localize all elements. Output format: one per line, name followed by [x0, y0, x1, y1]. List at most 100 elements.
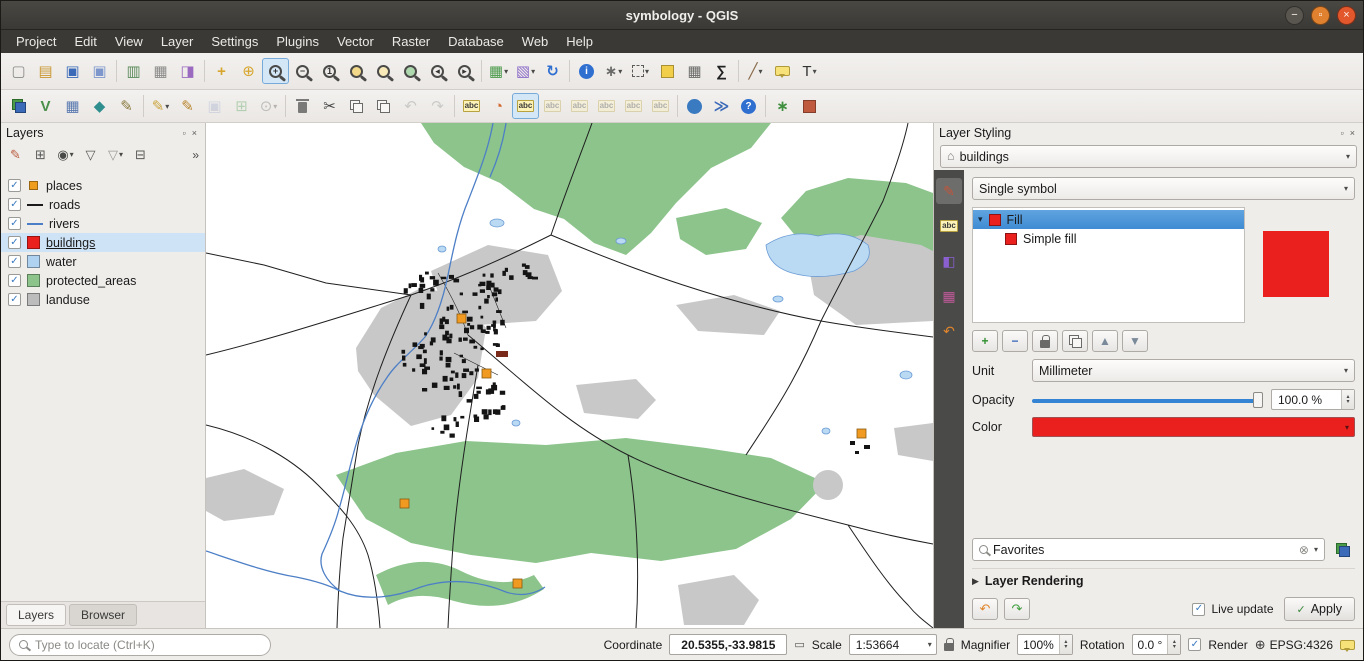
add-group-button[interactable]: ⊞ — [29, 144, 52, 165]
layer-visibility-checkbox[interactable]: ✓ — [8, 179, 21, 192]
live-update-checkbox[interactable]: ✓ — [1192, 603, 1205, 616]
spin-down-icon[interactable]: ▾ — [1060, 645, 1072, 650]
zoom-last-button[interactable]: ◂ — [424, 58, 451, 84]
symbol-search-combo[interactable]: Favorites ⊗ ▾ — [972, 538, 1325, 561]
clear-search-icon[interactable]: ⊗ — [1299, 543, 1309, 557]
style-manager-button[interactable]: ◨ — [174, 58, 201, 84]
symbol-node-simple-fill[interactable]: Simple fill — [973, 229, 1244, 248]
menu-plugins[interactable]: Plugins — [267, 31, 328, 52]
toggle-editing-button[interactable]: ✎ — [174, 93, 201, 119]
show-map-tips-button[interactable] — [769, 58, 796, 84]
chevron-down-icon[interactable]: ▾ — [1314, 545, 1318, 554]
refresh-map-button[interactable]: ↻ — [539, 58, 566, 84]
layer-visibility-checkbox[interactable]: ✓ — [8, 293, 21, 306]
toolbar-overflow-icon[interactable]: » — [189, 148, 202, 162]
menu-project[interactable]: Project — [7, 31, 65, 52]
add-symbol-layer-button[interactable]: + — [972, 330, 998, 352]
change-label-button[interactable]: abc — [647, 93, 674, 119]
color-button[interactable]: ▾ — [1032, 417, 1355, 437]
unit-select[interactable]: Millimeter ▾ — [1032, 359, 1355, 382]
manage-map-themes-dropdown-icon[interactable]: ▾ — [70, 150, 74, 159]
measure-line-dropdown-icon[interactable]: ▾ — [759, 67, 763, 76]
layer-row-water[interactable]: ✓water — [1, 252, 205, 271]
paste-features-button[interactable] — [370, 93, 397, 119]
layer-visibility-checkbox[interactable]: ✓ — [8, 255, 21, 268]
menu-edit[interactable]: Edit — [65, 31, 105, 52]
add-raster-layer-button[interactable]: ▦ — [59, 93, 86, 119]
new-geopackage-layer-button[interactable]: ◆ — [86, 93, 113, 119]
render-checkbox[interactable]: ✓ — [1188, 638, 1201, 651]
menu-web[interactable]: Web — [513, 31, 558, 52]
menu-view[interactable]: View — [106, 31, 152, 52]
new-shapefile-layer-button[interactable]: ✎ — [113, 93, 140, 119]
layer-rendering-section[interactable]: ▶ Layer Rendering — [972, 568, 1355, 588]
collapse-all-button[interactable]: ⊟ — [129, 144, 152, 165]
move-symbol-down-button[interactable]: ▼ — [1122, 330, 1148, 352]
lock-symbol-color-button[interactable] — [1032, 330, 1058, 352]
layer-visibility-checkbox[interactable]: ✓ — [8, 198, 21, 211]
undock-panel-icon[interactable]: ▫ — [180, 128, 189, 138]
zoom-in-button[interactable]: + — [262, 58, 289, 84]
current-edits-button[interactable]: ✎▾ — [147, 93, 174, 119]
menu-layer[interactable]: Layer — [152, 31, 203, 52]
locate-search-input[interactable]: Type to locate (Ctrl+K) — [9, 634, 271, 656]
spin-down-icon[interactable]: ▾ — [1168, 645, 1180, 650]
run-feature-action-dropdown-icon[interactable]: ▾ — [618, 67, 622, 76]
filter-legend-by-expression-button[interactable]: ▽▾ — [104, 144, 127, 165]
lock-scale-icon[interactable] — [944, 643, 954, 651]
add-vector-layer-button[interactable]: V — [32, 93, 59, 119]
move-label-button[interactable]: abc — [593, 93, 620, 119]
help-contents-button[interactable]: ? — [735, 93, 762, 119]
minimize-button[interactable]: − — [1285, 6, 1304, 25]
add-feature-button[interactable]: ⊞ — [228, 93, 255, 119]
open-attribute-table-button[interactable]: ▦ — [681, 58, 708, 84]
layer-row-protected_areas[interactable]: ✓protected_areas — [1, 271, 205, 290]
zoom-native-button[interactable]: 1 — [316, 58, 343, 84]
python-console-button[interactable]: ≫ — [708, 93, 735, 119]
layer-row-landuse[interactable]: ✓landuse — [1, 290, 205, 309]
zoom-to-layer-button[interactable] — [397, 58, 424, 84]
titlebar[interactable]: symbology - QGIS −▫× — [1, 1, 1363, 30]
symbology-tab[interactable]: ✎ — [936, 178, 962, 204]
copy-features-button[interactable] — [343, 93, 370, 119]
cut-features-button[interactable]: ✂ — [316, 93, 343, 119]
3d-view-tab[interactable]: ◧ — [936, 248, 962, 274]
opacity-slider[interactable] — [1032, 391, 1263, 409]
zoom-next-button[interactable]: ▸ — [451, 58, 478, 84]
processing-toolbox-button[interactable]: ∗ — [769, 93, 796, 119]
crs-status-button[interactable]: ⊕ EPSG:4326 — [1255, 637, 1333, 653]
identify-features-button[interactable]: i — [573, 58, 600, 84]
redo-button[interactable]: ↷ — [424, 93, 451, 119]
new-3d-map-view-button[interactable]: ▧▾ — [512, 58, 539, 84]
layer-visibility-checkbox[interactable]: ✓ — [8, 274, 21, 287]
scale-combobox[interactable]: 1:53664 ▾ — [849, 634, 937, 655]
spin-steppers[interactable]: ▴ ▾ — [1341, 390, 1354, 409]
symbol-node-fill[interactable]: ▾ Fill — [973, 210, 1244, 229]
current-edits-dropdown-icon[interactable]: ▾ — [165, 102, 169, 111]
close-panel-icon[interactable]: × — [189, 128, 200, 138]
menu-settings[interactable]: Settings — [202, 31, 267, 52]
show-hide-labels-button[interactable]: abc — [566, 93, 593, 119]
map-canvas[interactable] — [206, 123, 933, 628]
redo-style-button[interactable]: ↷ — [1004, 598, 1030, 620]
text-annotation-dropdown-icon[interactable]: ▾ — [813, 67, 817, 76]
opacity-spinbox[interactable]: 100.0 % ▴ ▾ — [1271, 389, 1355, 410]
pan-map-to-selection-button[interactable]: ⊕ — [235, 58, 262, 84]
manage-map-themes-button[interactable]: ◉▾ — [54, 144, 77, 165]
close-panel-icon[interactable]: × — [1347, 128, 1358, 138]
style-manager-button[interactable] — [1331, 539, 1355, 561]
new-3d-map-view-dropdown-icon[interactable]: ▾ — [531, 67, 535, 76]
magnifier-spinbox[interactable]: 100% ▴ ▾ — [1017, 634, 1073, 655]
undo-button[interactable]: ↶ — [397, 93, 424, 119]
apply-button[interactable]: ✓ Apply — [1284, 597, 1356, 621]
text-annotation-button[interactable]: T▾ — [796, 58, 823, 84]
layer-visibility-checkbox[interactable]: ✓ — [8, 236, 21, 249]
new-print-layout-button[interactable]: ▥ — [120, 58, 147, 84]
rotate-label-button[interactable]: abc — [620, 93, 647, 119]
layer-labeling-options-button[interactable]: abc — [458, 93, 485, 119]
zoom-out-button[interactable]: − — [289, 58, 316, 84]
run-feature-action-button[interactable]: ∗▾ — [600, 58, 627, 84]
expander-right-icon[interactable]: ▶ — [972, 576, 979, 587]
spin-down-icon[interactable]: ▾ — [1342, 400, 1354, 405]
measure-line-button[interactable]: ╱▾ — [742, 58, 769, 84]
